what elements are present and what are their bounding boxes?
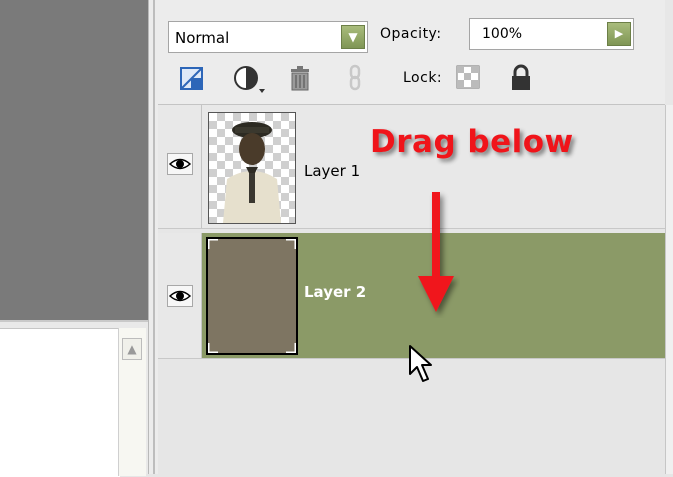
annotation-text: Drag below bbox=[370, 124, 574, 160]
scroll-up-button[interactable]: ▲ bbox=[122, 338, 142, 360]
lock-transparent-icon[interactable] bbox=[455, 64, 483, 92]
lower-panel-content bbox=[0, 328, 120, 477]
layers-scrollbar[interactable] bbox=[665, 105, 673, 474]
new-layer-icon[interactable] bbox=[178, 64, 206, 92]
layer-thumbnail-photo bbox=[208, 112, 296, 224]
lock-label: Lock: bbox=[403, 70, 443, 86]
opacity-value: 100% bbox=[482, 26, 523, 42]
panel-divider[interactable] bbox=[148, 0, 158, 474]
chevron-down-icon[interactable]: ▼ bbox=[341, 25, 365, 49]
layer-name[interactable]: Layer 1 bbox=[304, 162, 360, 180]
eye-icon[interactable] bbox=[167, 153, 193, 175]
link-icon[interactable] bbox=[342, 64, 370, 92]
mouse-pointer-icon bbox=[408, 344, 434, 390]
layers-panel: Normal ▼ Opacity: 100% ▶ Lock: Layer 1 L… bbox=[158, 0, 673, 474]
adjustment-layer-icon[interactable] bbox=[232, 64, 265, 93]
trash-icon[interactable] bbox=[286, 64, 314, 92]
layer-name[interactable]: Layer 2 bbox=[304, 283, 366, 301]
opacity-label: Opacity: bbox=[380, 26, 442, 42]
arrow-down-icon bbox=[412, 188, 460, 322]
lock-all-icon[interactable] bbox=[508, 64, 536, 92]
lower-panel-scrollbar[interactable]: ▲ bbox=[118, 328, 146, 476]
canvas-area bbox=[0, 0, 148, 320]
blend-mode-select[interactable]: Normal ▼ bbox=[168, 21, 368, 53]
visibility-column bbox=[158, 233, 202, 358]
eye-icon[interactable] bbox=[167, 285, 193, 307]
visibility-column bbox=[158, 105, 202, 228]
opacity-input[interactable]: 100% ▶ bbox=[469, 18, 634, 50]
layer-thumbnail-fill bbox=[206, 237, 298, 355]
layers-toolbar: Normal ▼ Opacity: 100% ▶ Lock: bbox=[158, 0, 665, 105]
chevron-right-icon[interactable]: ▶ bbox=[607, 22, 631, 46]
blend-mode-value: Normal bbox=[175, 29, 230, 47]
lower-panel: ▲ bbox=[0, 320, 148, 477]
